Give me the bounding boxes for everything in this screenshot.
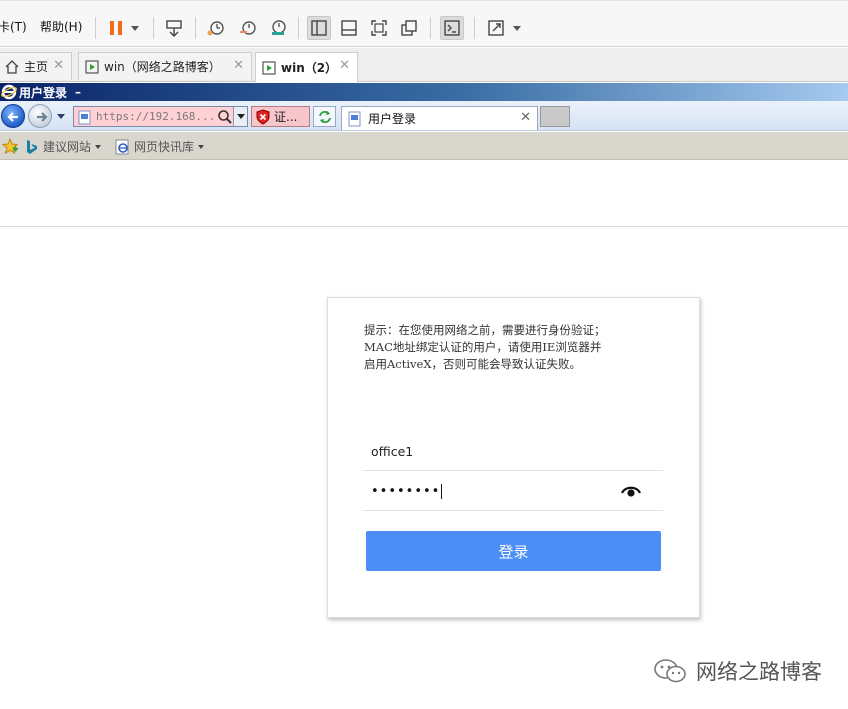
- cert-error-shield-icon: [255, 108, 271, 125]
- new-tab-button[interactable]: [540, 106, 570, 127]
- toolbar-separator: [298, 17, 299, 39]
- wechat-icon: [652, 657, 688, 685]
- tab-vm-win-2-label: win（2）: [281, 61, 338, 75]
- favorite-web-slice-gallery-label: 网页快讯库: [134, 140, 195, 154]
- snapshot-manager-icon[interactable]: [266, 16, 290, 40]
- watermark: 网络之路博客: [652, 656, 822, 686]
- snapshot-icon[interactable]: [204, 16, 228, 40]
- toolbar-separator: [195, 17, 196, 39]
- password-field[interactable]: ••••••••: [363, 473, 663, 511]
- ie-window-title: 用户登录: [19, 85, 68, 100]
- vmware-toolbar: 卡(T) 帮助(H): [0, 0, 848, 47]
- toolbar-separator: [430, 17, 431, 39]
- text-caret: [441, 484, 443, 499]
- username-value[interactable]: office1: [371, 444, 413, 459]
- login-card: 提示：在您使用网络之前，需要进行身份验证； MAC地址绑定认证的用户，请使用IE…: [327, 297, 700, 618]
- stretch-guest-icon[interactable]: [484, 16, 508, 40]
- arrow-left-icon: [7, 112, 18, 122]
- forward-button[interactable]: [28, 104, 52, 128]
- favorites-star-icon[interactable]: [1, 138, 19, 154]
- arrow-right-icon: [37, 112, 48, 122]
- favorite-web-slice-gallery[interactable]: 网页快讯库: [115, 138, 205, 155]
- show-library-icon[interactable]: [307, 16, 331, 40]
- page-icon: [77, 109, 93, 128]
- home-icon: [5, 59, 19, 74]
- vm-running-icon: [262, 60, 276, 75]
- auth-tip: 提示：在您使用网络之前，需要进行身份验证； MAC地址绑定认证的用户，请使用IE…: [364, 322, 664, 373]
- tab-home[interactable]: 主页 ✕: [0, 52, 72, 80]
- close-icon[interactable]: ✕: [53, 58, 64, 73]
- tab-home-label: 主页: [24, 60, 49, 74]
- username-field[interactable]: office1: [363, 433, 663, 471]
- page-icon: [348, 111, 362, 127]
- refresh-button[interactable]: [313, 106, 336, 127]
- tab-vm-win-blog[interactable]: win（网络之路博客） ✕: [78, 52, 252, 80]
- watermark-text: 网络之路博客: [696, 660, 822, 684]
- address-url[interactable]: https://192.168....: [96, 110, 214, 123]
- toolbar-separator: [95, 17, 96, 39]
- address-dropdown-icon[interactable]: [233, 107, 247, 126]
- close-icon[interactable]: ✕: [339, 58, 350, 73]
- auth-tip-line: 启用ActiveX，否则可能会导致认证失败。: [364, 357, 582, 371]
- ie-feed-icon: [115, 139, 129, 154]
- certificate-error-label: 证...: [274, 110, 298, 124]
- show-thumbnail-bar-icon[interactable]: [337, 16, 361, 40]
- back-button[interactable]: [1, 104, 25, 128]
- ie-address-row: https://192.168.... 证... 用户登录 ✕: [0, 101, 848, 131]
- full-screen-icon[interactable]: [367, 16, 391, 40]
- address-bar[interactable]: https://192.168....: [73, 106, 248, 127]
- ie-tab-title: 用户登录: [368, 112, 417, 126]
- vm-running-icon: [85, 59, 99, 74]
- toolbar-separator: [153, 17, 154, 39]
- send-ctrl-alt-del-icon[interactable]: [162, 16, 186, 40]
- show-password-eye-icon[interactable]: [620, 484, 642, 501]
- toolbar-separator: [474, 17, 475, 39]
- title-dash: –: [75, 85, 82, 99]
- password-value[interactable]: ••••••••: [371, 484, 443, 499]
- tab-vm-win-2[interactable]: win（2） ✕: [255, 52, 358, 82]
- auth-tip-line: MAC地址绑定认证的用户，请使用IE浏览器并: [364, 340, 602, 354]
- chevron-down-icon: [198, 144, 205, 149]
- login-button[interactable]: 登录: [366, 531, 661, 571]
- recent-pages-dropdown-icon[interactable]: [57, 114, 65, 119]
- pause-icon[interactable]: [104, 16, 128, 40]
- auth-tip-line: 提示：在您使用网络之前，需要进行身份验证；: [364, 323, 606, 337]
- ie-tab-login[interactable]: 用户登录 ✕: [341, 106, 538, 130]
- tab-vm-win-blog-label: win（网络之路博客）: [104, 60, 221, 74]
- console-view-icon[interactable]: [440, 16, 464, 40]
- revert-snapshot-icon[interactable]: [236, 16, 260, 40]
- power-dropdown-icon[interactable]: [131, 26, 139, 31]
- bing-icon: [27, 139, 37, 154]
- favorite-suggested-sites-label: 建议网站: [43, 140, 92, 154]
- close-icon[interactable]: ✕: [520, 110, 531, 125]
- unity-mode-icon[interactable]: [397, 16, 421, 40]
- refresh-icon: [318, 110, 331, 123]
- certificate-error-button[interactable]: 证...: [251, 106, 310, 127]
- menu-help[interactable]: 帮助(H): [40, 18, 82, 35]
- stretch-dropdown-icon[interactable]: [513, 26, 521, 31]
- ie-logo-icon: [1, 84, 17, 100]
- page-header-divider: [0, 226, 848, 227]
- chevron-down-icon: [95, 144, 102, 149]
- favorite-suggested-sites[interactable]: 建议网站: [25, 138, 102, 155]
- ie-title-bar: 用户登录 –: [0, 83, 848, 101]
- close-icon[interactable]: ✕: [233, 58, 244, 73]
- menu-tab[interactable]: 卡(T): [0, 18, 27, 35]
- favorites-bar: 建议网站 网页快讯库: [0, 132, 848, 160]
- vmware-tab-bar: 主页 ✕ win（网络之路博客） ✕ win（2） ✕: [0, 48, 848, 82]
- search-icon[interactable]: [217, 109, 233, 128]
